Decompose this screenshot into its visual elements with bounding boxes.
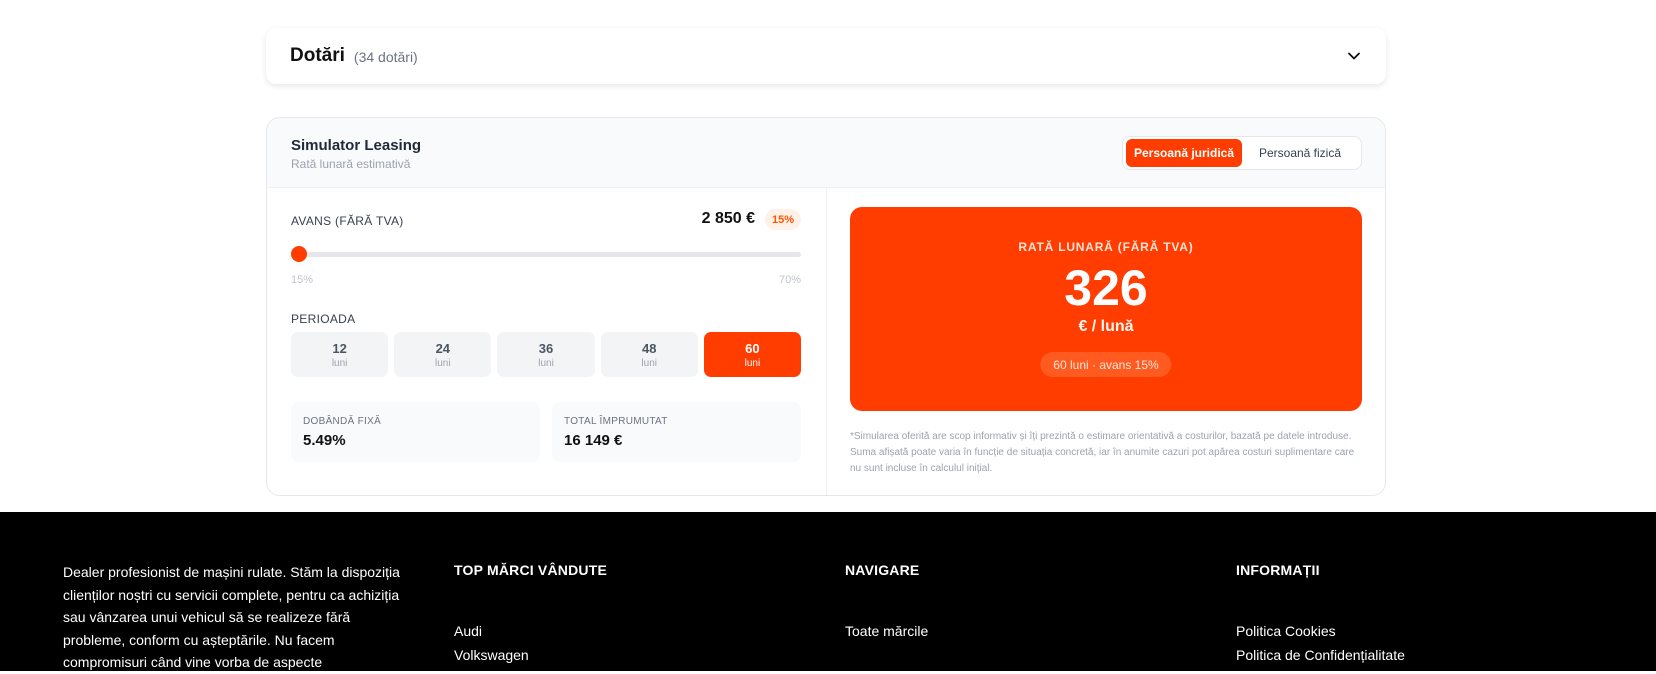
simulator-subtitle: Rată lunară estimativă bbox=[291, 157, 411, 171]
period-option-36[interactable]: 36 luni bbox=[497, 332, 595, 377]
rate-summary-pill: 60 luni · avans 15% bbox=[1040, 352, 1172, 377]
period-option-12[interactable]: 12 luni bbox=[291, 332, 389, 377]
footer-column-title: TOP MĂRCI VÂNDUTE bbox=[454, 562, 608, 578]
dobanda-value: 5.49% bbox=[303, 432, 346, 449]
simulator-title: Simulator Leasing bbox=[291, 137, 422, 154]
perioada-options: 12 luni 24 luni 36 luni 48 luni 60 luni bbox=[291, 332, 802, 377]
monthly-rate-panel: RATĂ LUNARĂ (FĂRĂ TVA) 326 € / lună 60 l… bbox=[850, 207, 1362, 411]
footer-link-toate-marcile[interactable]: Toate mărcile bbox=[845, 619, 928, 643]
person-type-fizica-button[interactable]: Persoană fizică bbox=[1242, 139, 1358, 167]
period-unit: luni bbox=[331, 357, 348, 369]
total-label: TOTAL ÎMPRUMUTAT bbox=[564, 416, 668, 427]
period-unit: luni bbox=[435, 357, 451, 369]
rate-value: 326 bbox=[1064, 260, 1148, 316]
avans-slider-thumb[interactable] bbox=[291, 246, 307, 262]
footer-link-politica-cookies[interactable]: Politica Cookies bbox=[1236, 619, 1405, 643]
footer-link-politica-confidentialitate[interactable]: Politica de Confidențialitate bbox=[1236, 643, 1405, 667]
footer-link-audi[interactable]: Audi bbox=[454, 619, 607, 643]
simulator-divider bbox=[826, 188, 827, 495]
footer-column-navigare: NAVIGARE Toate mărcile bbox=[845, 562, 928, 643]
avans-percent-badge: 15% bbox=[764, 209, 801, 230]
period-unit: luni bbox=[744, 357, 761, 369]
avans-slider[interactable] bbox=[291, 246, 801, 262]
avans-label: AVANS (FĂRĂ TVA) bbox=[291, 214, 404, 228]
period-unit: luni bbox=[641, 357, 657, 369]
leasing-simulator: Simulator Leasing Rată lunară estimativă… bbox=[266, 117, 1386, 496]
footer-link-volkswagen[interactable]: Volkswagen bbox=[454, 643, 607, 667]
period-option-48[interactable]: 48 luni bbox=[600, 332, 698, 377]
site-footer: Dealer profesionist de mașini rulate. St… bbox=[0, 512, 1656, 671]
chevron-down-icon[interactable] bbox=[1344, 46, 1364, 66]
rate-unit: € / lună bbox=[1078, 318, 1134, 335]
total-imprumutat-stat: TOTAL ÎMPRUMUTAT 16 149 € bbox=[552, 402, 801, 462]
simulator-header: Simulator Leasing Rată lunară estimativă… bbox=[267, 118, 1385, 188]
period-value: 48 bbox=[641, 340, 657, 356]
simulator-disclaimer: *Simularea oferită are scop informativ ș… bbox=[850, 431, 1355, 474]
avans-slider-min: 15% bbox=[291, 274, 314, 286]
footer-about-text: Dealer profesionist de mașini rulate. St… bbox=[63, 564, 400, 670]
dotari-accordion[interactable]: Dotări (34 dotări) bbox=[266, 28, 1386, 84]
footer-column-brands: TOP MĂRCI VÂNDUTE Audi Volkswagen bbox=[454, 562, 607, 667]
avans-slider-max: 70% bbox=[778, 274, 801, 286]
period-value: 36 bbox=[538, 340, 554, 356]
period-value: 12 bbox=[332, 340, 347, 356]
total-value: 16 149 € bbox=[564, 432, 623, 449]
dobanda-fixa-stat: DOBÂNDĂ FIXĂ 5.49% bbox=[291, 402, 540, 462]
footer-column-title: NAVIGARE bbox=[845, 562, 920, 578]
avans-value: 2 850 € bbox=[701, 210, 755, 227]
dobanda-label: DOBÂNDĂ FIXĂ bbox=[303, 416, 382, 427]
rate-label: RATĂ LUNARĂ (FĂRĂ TVA) bbox=[1018, 240, 1194, 254]
period-value: 24 bbox=[435, 340, 451, 356]
person-type-toggle: Persoană juridică Persoană fizică bbox=[1122, 136, 1362, 170]
period-value: 60 bbox=[745, 340, 760, 356]
perioada-label: PERIOADA bbox=[291, 312, 356, 326]
period-unit: luni bbox=[538, 357, 554, 369]
dotari-count: (34 dotări) bbox=[353, 49, 418, 65]
footer-column-title: INFORMAȚII bbox=[1236, 562, 1320, 578]
person-type-juridica-button[interactable]: Persoană juridică bbox=[1126, 139, 1242, 167]
period-option-60[interactable]: 60 luni bbox=[703, 332, 802, 377]
period-option-24[interactable]: 24 luni bbox=[394, 332, 492, 377]
footer-column-informatii: INFORMAȚII Politica Cookies Politica de … bbox=[1236, 562, 1405, 667]
simulator-controls: AVANS (FĂRĂ TVA) 2 850 € 15% 15% 70% PER… bbox=[291, 188, 802, 495]
dotari-title: Dotări bbox=[290, 45, 345, 66]
